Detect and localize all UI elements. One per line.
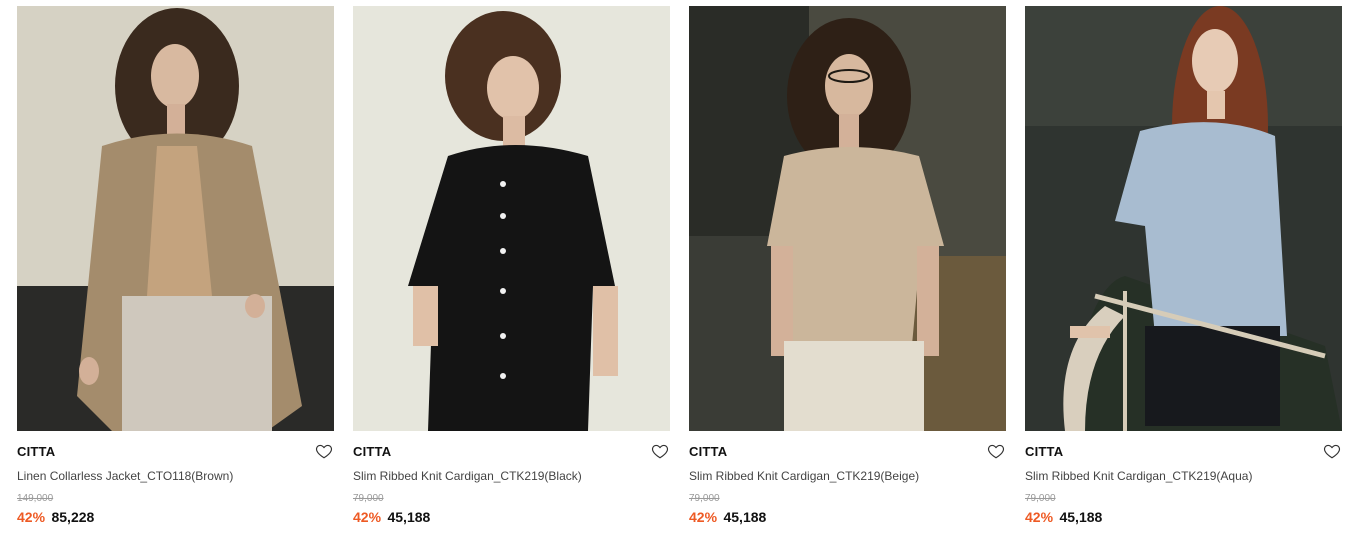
- product-brand[interactable]: CITTA: [1025, 444, 1342, 460]
- wishlist-button[interactable]: [1323, 442, 1341, 460]
- original-price: 149,000: [17, 493, 54, 504]
- product-name[interactable]: Slim Ribbed Knit Cardigan_CTK219(Beige): [689, 468, 1006, 484]
- price-row: 42% 85,228: [17, 509, 334, 526]
- product-image[interactable]: [1025, 6, 1342, 431]
- original-price: 79,000: [353, 493, 384, 504]
- product-card[interactable]: CITTA Linen Collarless Jacket_CTO118(Bro…: [17, 6, 334, 531]
- wishlist-button[interactable]: [315, 442, 333, 460]
- wishlist-button[interactable]: [651, 442, 669, 460]
- product-photo-black-cardigan: [353, 6, 670, 431]
- original-price: 79,000: [1025, 493, 1056, 504]
- product-photo-brown-jacket: [17, 6, 334, 431]
- wishlist-button[interactable]: [987, 442, 1005, 460]
- product-card[interactable]: CITTA Slim Ribbed Knit Cardigan_CTK219(B…: [689, 6, 1006, 531]
- product-image[interactable]: [17, 6, 334, 431]
- heart-outline-icon: [1323, 444, 1341, 459]
- product-card[interactable]: CITTA Slim Ribbed Knit Cardigan_CTK219(A…: [1025, 6, 1342, 531]
- product-name[interactable]: Slim Ribbed Knit Cardigan_CTK219(Black): [353, 468, 670, 484]
- heart-outline-icon: [987, 444, 1005, 459]
- product-brand[interactable]: CITTA: [353, 444, 670, 460]
- price-row: 42% 45,188: [689, 509, 1006, 526]
- product-brand[interactable]: CITTA: [689, 444, 1006, 460]
- product-image[interactable]: [689, 6, 1006, 431]
- product-grid: CITTA Linen Collarless Jacket_CTO118(Bro…: [17, 6, 1342, 531]
- product-image[interactable]: [353, 6, 670, 431]
- heart-outline-icon: [651, 444, 669, 459]
- product-photo-aqua-cardigan: [1025, 6, 1342, 431]
- discount-rate: 42%: [689, 509, 718, 525]
- sale-price: 45,188: [723, 509, 767, 525]
- discount-rate: 42%: [353, 509, 382, 525]
- product-card[interactable]: CITTA Slim Ribbed Knit Cardigan_CTK219(B…: [353, 6, 670, 531]
- original-price: 79,000: [689, 493, 720, 504]
- price-row: 42% 45,188: [1025, 509, 1342, 526]
- sale-price: 45,188: [1059, 509, 1103, 525]
- heart-outline-icon: [315, 444, 333, 459]
- discount-rate: 42%: [17, 509, 46, 525]
- discount-rate: 42%: [1025, 509, 1054, 525]
- product-name[interactable]: Slim Ribbed Knit Cardigan_CTK219(Aqua): [1025, 468, 1342, 484]
- product-brand[interactable]: CITTA: [17, 444, 334, 460]
- product-photo-beige-cardigan: [689, 6, 1006, 431]
- sale-price: 85,228: [51, 509, 95, 525]
- sale-price: 45,188: [387, 509, 431, 525]
- price-row: 42% 45,188: [353, 509, 670, 526]
- product-name[interactable]: Linen Collarless Jacket_CTO118(Brown): [17, 468, 334, 484]
